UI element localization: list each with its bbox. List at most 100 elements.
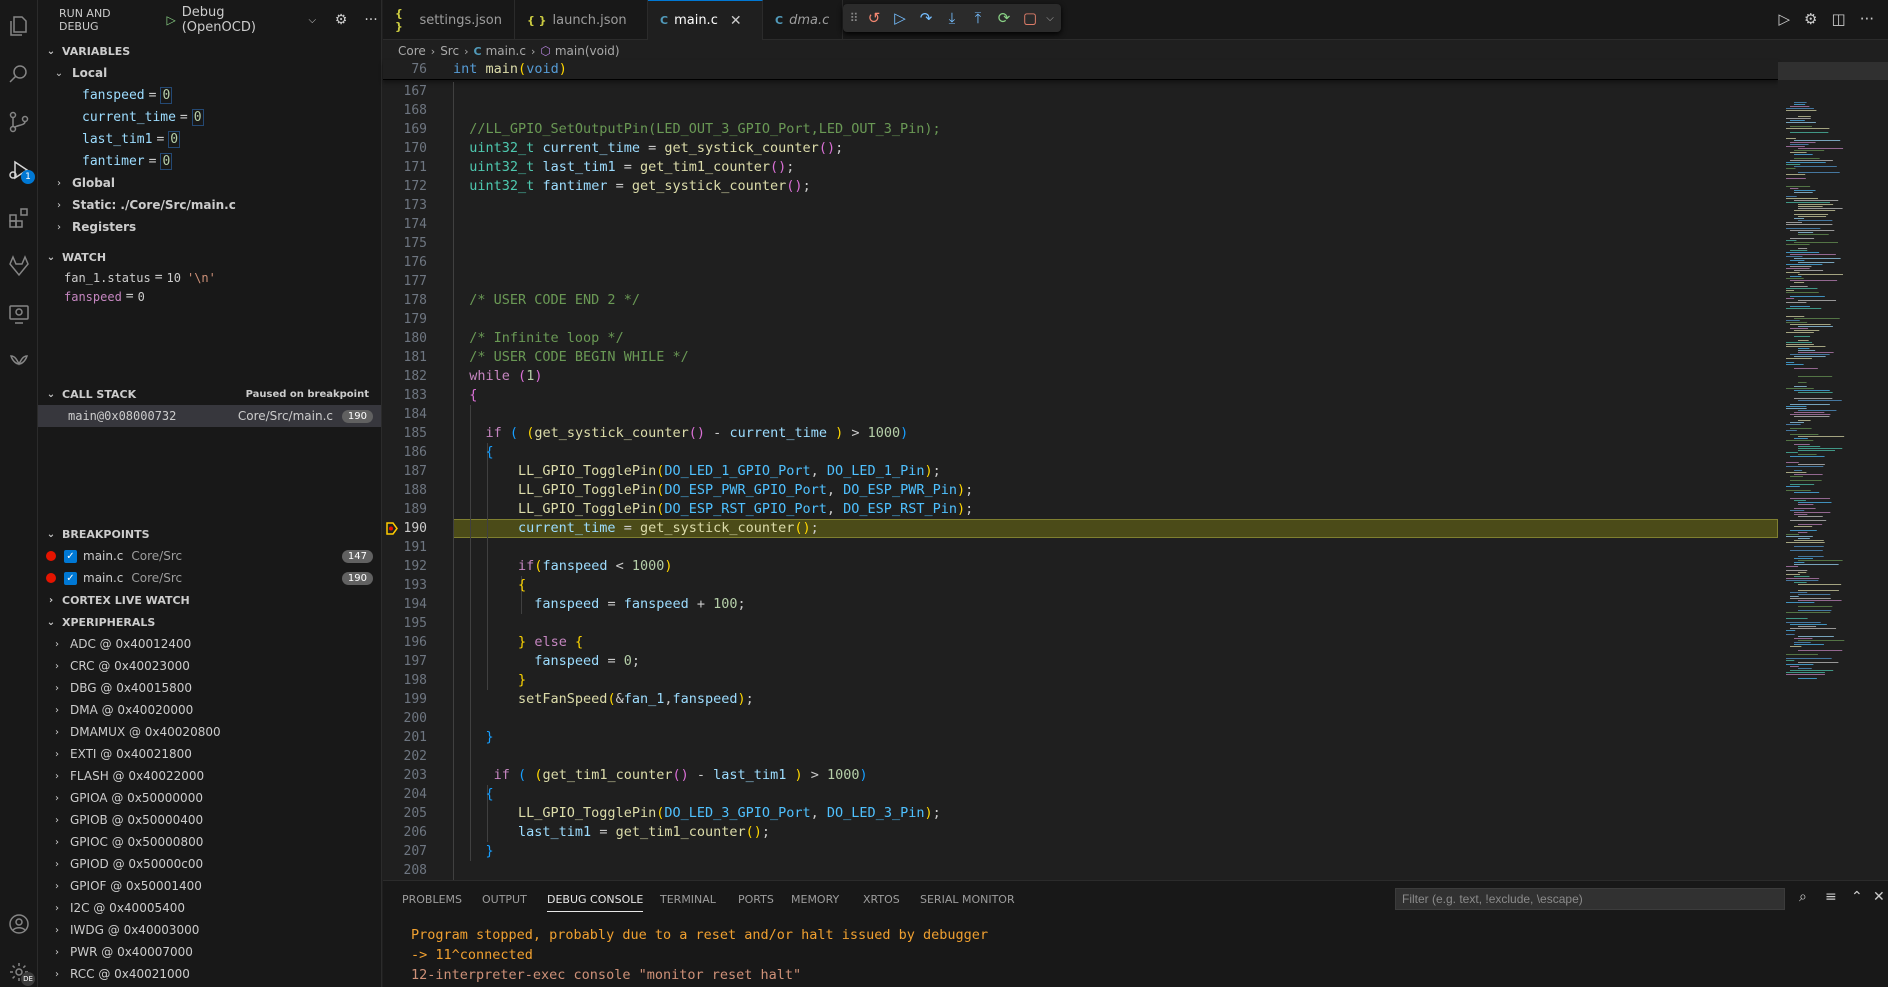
gear-icon[interactable]: ⚙ [331, 12, 351, 28]
step-into-icon[interactable]: ⤓ [939, 6, 965, 30]
line-number[interactable]: 182 [383, 367, 427, 386]
manage-gear-icon[interactable]: DE [5, 958, 35, 986]
code-line[interactable]: fanspeed = fanspeed + 100; [453, 595, 745, 614]
line-number[interactable]: 207 [383, 842, 427, 861]
scope-registers[interactable]: › Registers [38, 216, 381, 238]
line-number[interactable]: 188 [383, 481, 427, 500]
reset-device-icon[interactable]: ↺ [861, 6, 887, 30]
peripheral-item[interactable]: › GPIOC @ 0x50000800 [38, 831, 381, 853]
line-number[interactable]: 201 [383, 728, 427, 747]
line-number[interactable]: 184 [383, 405, 427, 424]
watch-expression[interactable]: fan_1.status = 10 '\n' [38, 268, 381, 287]
line-number[interactable]: 205 [383, 804, 427, 823]
cortex-live-watch-section-header[interactable]: › CORTEX LIVE WATCH [38, 589, 381, 611]
gitlab-icon[interactable] [5, 252, 33, 280]
code-line[interactable]: current_time = get_systick_counter(); [453, 519, 819, 538]
code-line[interactable]: { [453, 386, 477, 405]
line-number[interactable]: 196 [383, 633, 427, 652]
chevron-down-icon[interactable]: ⌵ [1043, 6, 1057, 30]
line-number[interactable]: 174 [383, 215, 427, 234]
line-number[interactable]: 206 [383, 823, 427, 842]
line-number[interactable]: 194 [383, 595, 427, 614]
sticky-scroll[interactable]: 76 int main(void) [383, 60, 1778, 80]
code-line[interactable]: /* Infinite loop */ [453, 329, 623, 348]
variable-value[interactable]: 0 [168, 130, 181, 148]
stack-frame[interactable]: main@0x08000732 Core/Src/main.c 190 [38, 405, 381, 427]
peripheral-item[interactable]: › RCC @ 0x40021000 [38, 963, 381, 985]
peripheral-item[interactable]: › I2C @ 0x40005400 [38, 897, 381, 919]
step-over-icon[interactable]: ↷ [913, 6, 939, 30]
more-actions-icon[interactable]: ··· [1860, 10, 1874, 28]
close-icon[interactable]: ✕ [730, 13, 742, 29]
code-line[interactable]: uint32_t last_tim1 = get_tim1_counter(); [453, 158, 794, 177]
panel-tab[interactable]: XRTOS [863, 893, 900, 906]
peripheral-item[interactable]: › DBG @ 0x40015800 [38, 677, 381, 699]
peripheral-item[interactable]: › CRC @ 0x40023000 [38, 655, 381, 677]
run-debug-icon[interactable]: 1 [5, 156, 35, 184]
code-line[interactable]: LL_GPIO_TogglePin(DO_ESP_RST_GPIO_Port, … [453, 500, 973, 519]
peripheral-item[interactable]: › FLASH @ 0x40022000 [38, 765, 381, 787]
line-number[interactable]: 191 [383, 538, 427, 557]
chevron-up-icon[interactable]: ⌃ [1851, 889, 1863, 905]
extensions-icon[interactable] [5, 204, 33, 232]
code-line[interactable]: { [453, 576, 526, 595]
breakpoints-section-header[interactable]: ⌄ BREAKPOINTS [38, 523, 381, 545]
scope-global[interactable]: › Global [38, 172, 381, 194]
line-number[interactable]: 189 [383, 500, 427, 519]
line-number[interactable]: 199 [383, 690, 427, 709]
breadcrumb-item[interactable]: main(void) [555, 44, 620, 58]
variable-row[interactable]: fanspeed = 0 [38, 84, 381, 106]
line-number[interactable]: 200 [383, 709, 427, 728]
line-number[interactable]: 177 [383, 272, 427, 291]
line-number[interactable]: 181 [383, 348, 427, 367]
line-number[interactable]: 203 [383, 766, 427, 785]
remote-explorer-icon[interactable] [5, 300, 33, 328]
peripheral-item[interactable]: › DMAMUX @ 0x40020800 [38, 721, 381, 743]
step-out-icon[interactable]: ⤒ [965, 6, 991, 30]
line-number[interactable]: 183 [383, 386, 427, 405]
peripheral-item[interactable]: › ADC @ 0x40012400 [38, 633, 381, 655]
code-line[interactable]: LL_GPIO_TogglePin(DO_LED_3_GPIO_Port, DO… [453, 804, 941, 823]
panel-tab[interactable]: SERIAL MONITOR [920, 893, 1015, 906]
line-number[interactable]: 178 [383, 291, 427, 310]
debug-config-select[interactable]: ▷ Debug (OpenOCD) ⌵ [161, 5, 321, 35]
line-number[interactable]: 173 [383, 196, 427, 215]
code-line[interactable]: last_tim1 = get_tim1_counter(); [453, 823, 770, 842]
line-number[interactable]: 172 [383, 177, 427, 196]
code-line[interactable]: setFanSpeed(&fan_1,fanspeed); [453, 690, 754, 709]
search-icon[interactable] [5, 60, 33, 88]
line-number[interactable]: 197 [383, 652, 427, 671]
line-number[interactable]: 202 [383, 747, 427, 766]
line-number[interactable]: 171 [383, 158, 427, 177]
restart-icon[interactable]: ⟳ [991, 6, 1017, 30]
variable-value[interactable]: 0 [191, 108, 204, 126]
code-line[interactable]: /* USER CODE END 2 */ [453, 291, 640, 310]
variable-row[interactable]: fantimer = 0 [38, 150, 381, 172]
code-line[interactable]: LL_GPIO_TogglePin(DO_LED_1_GPIO_Port, DO… [453, 462, 941, 481]
line-number[interactable]: 167 [383, 82, 427, 101]
breadcrumb-item[interactable]: Core [398, 44, 426, 58]
breadcrumb-item[interactable]: Src [440, 44, 459, 58]
account-icon[interactable] [5, 910, 33, 938]
code-line[interactable]: } [453, 728, 494, 747]
line-number[interactable]: 208 [383, 861, 427, 880]
code-line[interactable]: //LL_GPIO_SetOutputPin(LED_OUT_3_GPIO_Po… [453, 120, 940, 139]
run-debug-file-icon[interactable]: ▷ [1779, 10, 1791, 28]
code-line[interactable]: fanspeed = 0; [453, 652, 640, 671]
peripheral-item[interactable]: › IWDG @ 0x40003000 [38, 919, 381, 941]
line-number[interactable]: 170 [383, 139, 427, 158]
stm32-icon[interactable] [5, 348, 33, 376]
line-number[interactable]: 198 [383, 671, 427, 690]
panel-tab[interactable]: PORTS [738, 893, 774, 906]
line-number[interactable]: 169 [383, 120, 427, 139]
tab-settings-json[interactable]: { } settings.json [383, 0, 515, 40]
close-icon[interactable]: ✕ [1873, 889, 1885, 905]
code-line[interactable]: { [453, 785, 494, 804]
watch-section-header[interactable]: ⌄ WATCH [38, 246, 381, 268]
drag-grip-icon[interactable]: ⠿ [847, 6, 861, 30]
tab-main-c[interactable]: C main.c ✕ [648, 0, 763, 40]
line-number[interactable]: 175 [383, 234, 427, 253]
peripheral-item[interactable]: › PWR @ 0x40007000 [38, 941, 381, 963]
line-number[interactable]: 176 [383, 253, 427, 272]
line-number[interactable]: 195 [383, 614, 427, 633]
